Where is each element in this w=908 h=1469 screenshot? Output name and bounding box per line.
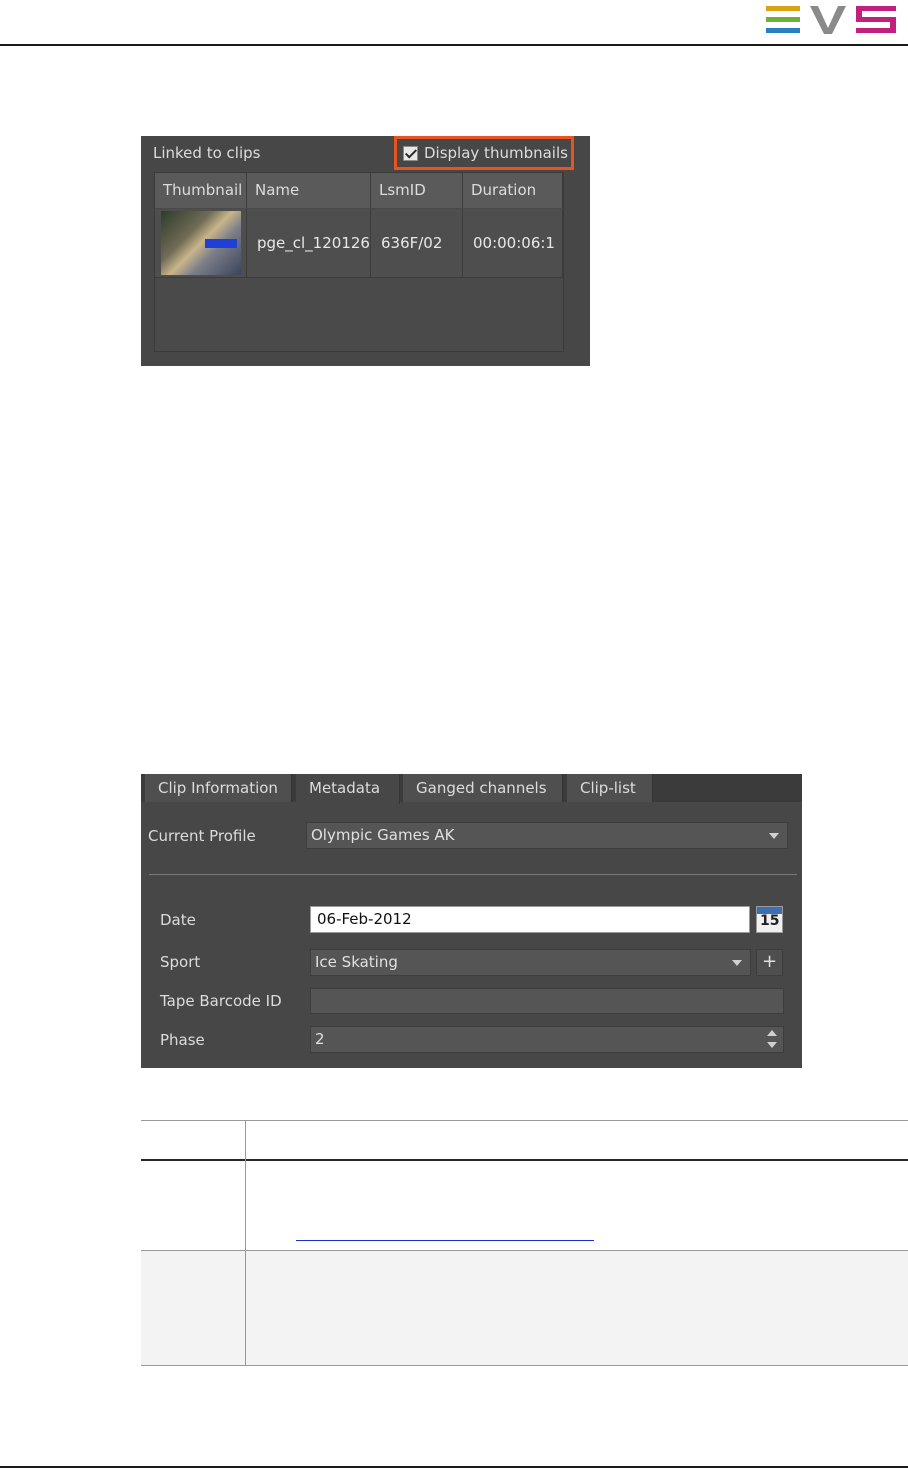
date-field[interactable]: 06-Feb-2012 [310,906,750,933]
header-rule [0,44,908,46]
linked-clips-panel: Linked to clips Display thumbnails Thumb… [141,136,590,366]
current-profile-select[interactable]: Olympic Games AK [306,822,788,849]
column-header-thumbnail[interactable]: Thumbnail [155,173,247,208]
table-bottom-rule [141,1365,908,1366]
column-header-name[interactable]: Name [247,173,371,208]
table-cell-name[interactable]: pge_cl_120126 [247,209,371,277]
tab-metadata[interactable]: Metadata [296,774,400,804]
display-thumbnails-toggle[interactable]: Display thumbnails [394,136,574,170]
chevron-down-icon[interactable] [769,833,779,839]
linked-clips-label: Linked to clips [153,144,261,162]
tape-barcode-field[interactable] [310,988,784,1014]
table-column-rule [245,1120,246,1366]
phase-label: Phase [160,1031,205,1049]
table-row-shaded [141,1251,908,1365]
display-thumbnails-label: Display thumbnails [424,144,568,162]
tab-bar: Clip Information Metadata Ganged channel… [141,774,802,804]
stepper-arrows-icon[interactable] [765,1030,779,1050]
sport-select[interactable]: Ice Skating [310,949,751,976]
date-label: Date [160,911,196,929]
table-header-rule [141,1159,908,1161]
tab-clip-list[interactable]: Clip-list [567,774,653,802]
tab-clip-information[interactable]: Clip Information [145,774,292,802]
sport-value: Ice Skating [315,953,398,971]
table-top-rule [141,1120,908,1121]
display-thumbnails-checkbox[interactable] [403,145,418,161]
section-divider [149,874,797,875]
current-profile-value: Olympic Games AK [311,826,455,844]
clip-thumbnail-image [161,211,241,275]
column-header-lsmid[interactable]: LsmID [371,173,463,208]
tab-ganged-channels[interactable]: Ganged channels [403,774,563,802]
evs-logo [766,4,898,36]
phase-stepper[interactable]: 2 [310,1026,784,1053]
row-divider [155,277,563,278]
table-row-rule [141,1250,908,1251]
tape-barcode-label: Tape Barcode ID [160,992,282,1010]
linked-clips-table: Thumbnail Name LsmID Duration pge_cl_120… [154,172,564,352]
add-sport-button[interactable]: + [756,949,783,976]
hyperlink-underline[interactable] [296,1240,594,1241]
current-profile-label: Current Profile [148,827,256,845]
footer-rule [0,1466,908,1468]
sport-label: Sport [160,953,201,971]
chevron-down-icon[interactable] [732,960,742,966]
calendar-icon[interactable]: 15 [756,906,783,933]
column-header-duration[interactable]: Duration [463,173,563,208]
evs-logo-mark [766,6,896,34]
table-cell-duration[interactable]: 00:00:06:1 [463,209,563,277]
calendar-day: 15 [760,913,780,929]
phase-value: 2 [315,1030,325,1048]
table-cell-lsmid[interactable]: 636F/02 [371,209,463,277]
metadata-panel: Clip Information Metadata Ganged channel… [141,774,802,1068]
